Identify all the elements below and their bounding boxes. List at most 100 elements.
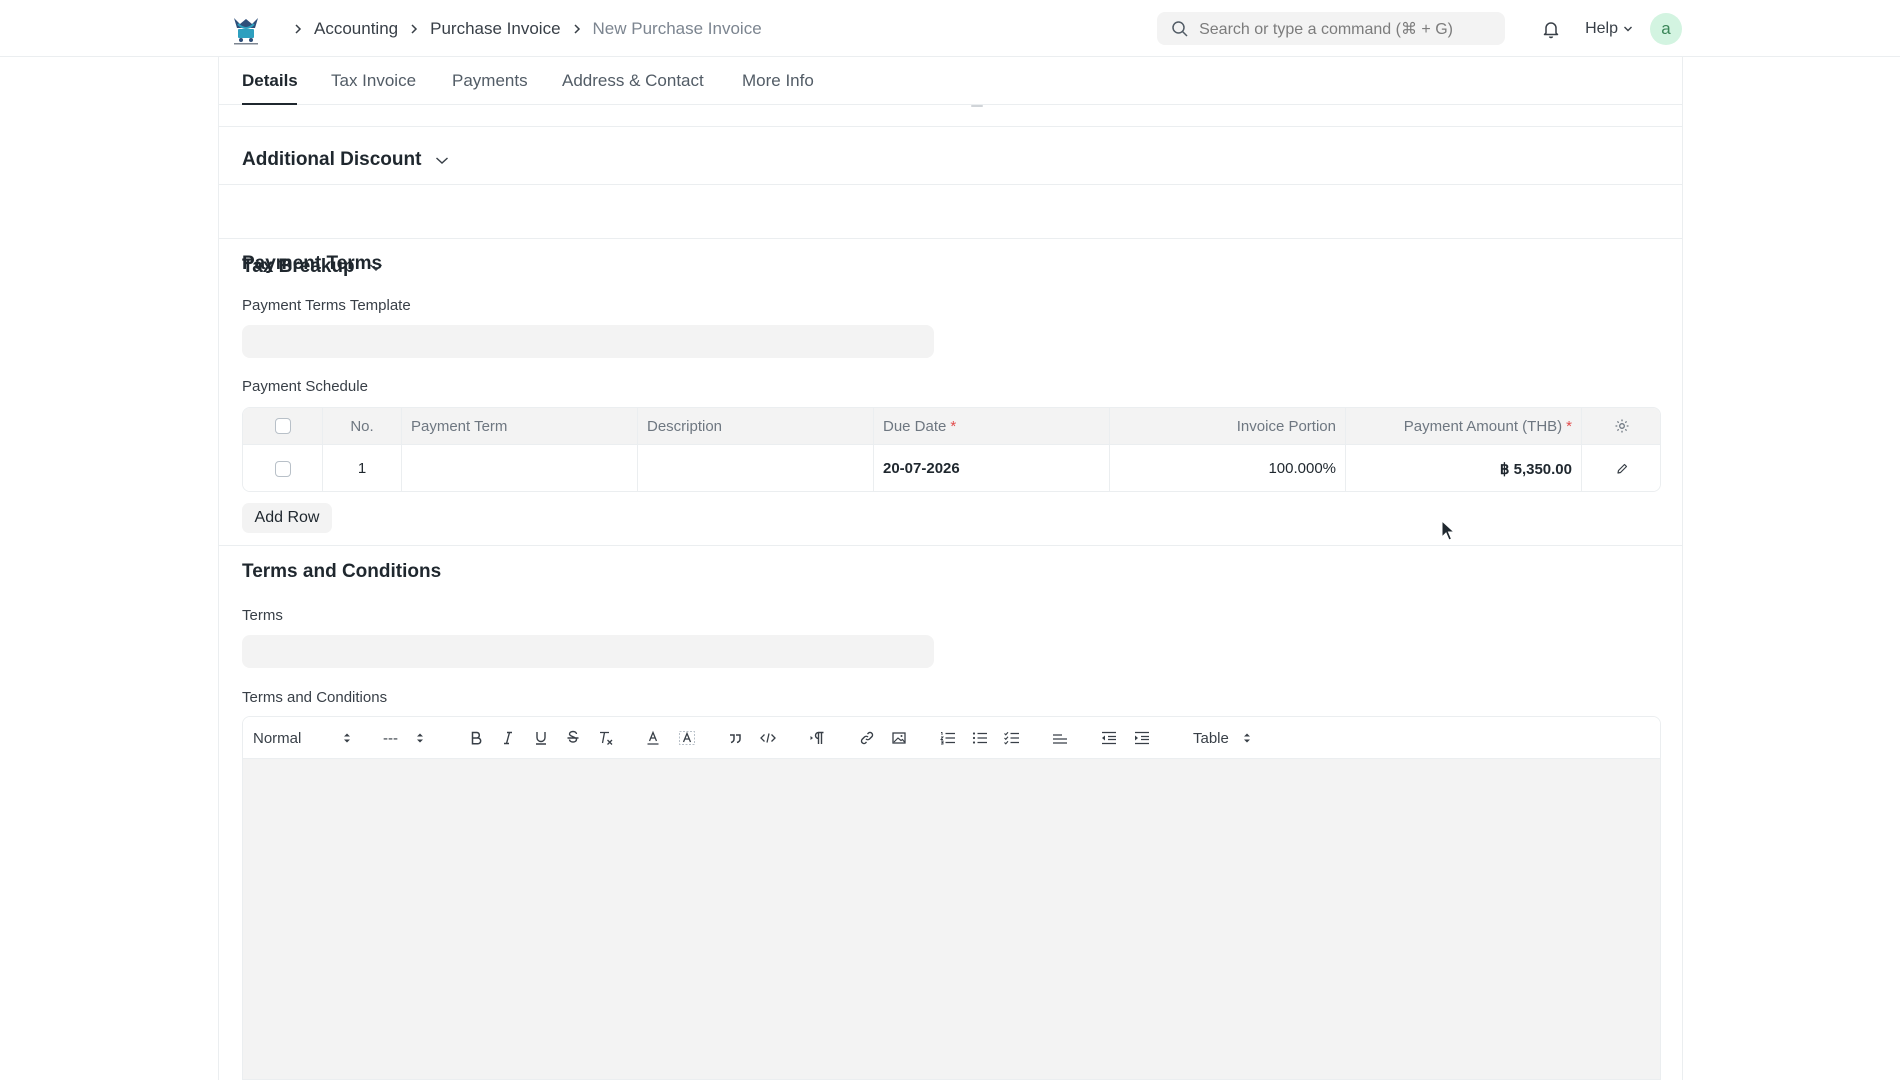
bell-icon[interactable] <box>1540 18 1562 40</box>
tab-payments[interactable]: Payments <box>452 71 528 91</box>
header-no: No. <box>323 408 402 444</box>
header-due-date: Due Date * <box>874 408 1110 444</box>
strikethrough-icon[interactable] <box>565 717 581 759</box>
cell-payment-amount[interactable]: ฿ 5,350.00 <box>1346 445 1582 491</box>
header-payment-amount: Payment Amount (THB) * <box>1346 408 1582 444</box>
section-title: Additional Discount <box>242 149 422 170</box>
payment-schedule-table: No. Payment Term Description Due Date * … <box>242 407 1661 492</box>
header-payment-term: Payment Term <box>402 408 638 444</box>
align-left-icon[interactable] <box>1051 717 1069 759</box>
section-payment-terms: Payment Terms <box>242 253 382 275</box>
section-title: Terms and Conditions <box>242 561 442 582</box>
tab-more-info[interactable]: More Info <box>742 71 814 91</box>
terms-input[interactable] <box>242 635 934 668</box>
editor-toolbar: Normal --- Table <box>243 717 1660 759</box>
font-size-value: --- <box>383 729 398 747</box>
search-input[interactable]: Search or type a command (⌘ + G) <box>1199 19 1453 39</box>
chevron-down-icon <box>435 156 449 165</box>
select-arrows-icon <box>416 732 424 744</box>
table-header: No. Payment Term Description Due Date * … <box>243 408 1660 445</box>
header-payment-amount-label: Payment Amount (THB) <box>1403 417 1563 435</box>
tab-address-contact[interactable]: Address & Contact <box>562 71 704 91</box>
mouse-cursor-icon <box>1441 520 1457 542</box>
section-title: Payment Terms <box>242 253 383 274</box>
row-edit-cell <box>1582 445 1660 491</box>
terms-editor-label: Terms and Conditions <box>242 689 388 706</box>
form-tabs: Details Tax Invoice Payments Address & C… <box>219 57 1682 105</box>
outdent-icon[interactable] <box>1100 717 1118 759</box>
search-bar[interactable]: Search or type a command (⌘ + G) <box>1157 12 1506 45</box>
breadcrumb: Accounting Purchase Invoice New Purchase… <box>282 19 762 39</box>
clear-formatting-icon[interactable] <box>597 717 615 759</box>
select-all-cell <box>243 408 323 444</box>
section-tax-breakup-wrapper: Tax Breakup <box>219 185 1682 277</box>
cell-description[interactable] <box>638 445 874 491</box>
blockquote-icon[interactable] <box>727 717 743 759</box>
link-icon[interactable] <box>859 717 875 759</box>
header-due-date-label: Due Date <box>883 417 947 435</box>
help-label: Help <box>1585 19 1618 37</box>
table-label: Table <box>1193 729 1229 747</box>
chevron-right-icon <box>288 19 308 39</box>
section-divider <box>219 545 1682 546</box>
search-icon <box>1171 20 1189 38</box>
rich-text-editor: Normal --- Table <box>242 716 1661 1080</box>
table-row[interactable]: 1 20-07-2026 100.000% ฿ 5,350.00 <box>243 445 1660 491</box>
checklist-icon[interactable] <box>1003 717 1021 759</box>
add-row-button[interactable]: Add Row <box>242 503 332 533</box>
payment-terms-template-input[interactable] <box>242 325 934 358</box>
settings-gear-icon[interactable] <box>1614 418 1630 434</box>
section-additional-discount[interactable]: Additional Discount <box>242 149 449 171</box>
select-arrows-icon <box>1243 732 1251 744</box>
form-card: Details Tax Invoice Payments Address & C… <box>218 57 1683 1080</box>
chevron-right-icon <box>567 19 587 39</box>
bold-icon[interactable] <box>468 717 484 759</box>
image-icon[interactable] <box>891 717 907 759</box>
chevron-right-icon <box>404 19 424 39</box>
column-settings-cell <box>1582 408 1660 444</box>
navbar: Accounting Purchase Invoice New Purchase… <box>0 0 1900 57</box>
breadcrumb-current-page: New Purchase Invoice <box>592 18 762 38</box>
breadcrumb-purchase-invoice[interactable]: Purchase Invoice <box>430 19 560 39</box>
breadcrumb-accounting[interactable]: Accounting <box>314 19 398 39</box>
text-direction-icon[interactable] <box>809 717 827 759</box>
edit-pencil-icon[interactable] <box>1615 462 1629 476</box>
cell-payment-term[interactable] <box>402 445 638 491</box>
section-additional-discount-wrapper: Additional Discount <box>219 105 1682 185</box>
terms-label: Terms <box>242 607 283 624</box>
paragraph-style-value: Normal <box>253 729 302 747</box>
select-all-checkbox[interactable] <box>274 418 291 434</box>
section-terms-and-conditions: Terms and Conditions <box>242 561 441 583</box>
avatar[interactable]: a <box>1650 12 1682 45</box>
italic-icon[interactable] <box>500 717 516 759</box>
navbar-inner: Accounting Purchase Invoice New Purchase… <box>218 0 1682 57</box>
required-mark: * <box>1566 417 1572 435</box>
cell-due-date[interactable]: 20-07-2026 <box>874 445 1110 491</box>
tab-tax-invoice[interactable]: Tax Invoice <box>331 71 416 91</box>
cell-invoice-portion[interactable]: 100.000% <box>1110 445 1346 491</box>
paragraph-style-select[interactable]: Normal <box>253 717 351 759</box>
font-size-select[interactable]: --- <box>383 717 424 759</box>
row-checkbox[interactable] <box>274 460 291 477</box>
section-divider <box>219 105 1682 127</box>
chevron-down-icon <box>1623 25 1633 33</box>
underline-icon[interactable] <box>533 717 549 759</box>
tab-details[interactable]: Details <box>242 71 298 91</box>
indent-icon[interactable] <box>1133 717 1151 759</box>
ordered-list-icon[interactable] <box>939 717 957 759</box>
cell-no: 1 <box>323 445 402 491</box>
app-logo-icon[interactable] <box>224 11 268 47</box>
row-select-cell <box>243 445 323 491</box>
editor-content-area[interactable] <box>243 759 1660 1079</box>
bullet-list-icon[interactable] <box>971 717 989 759</box>
header-description: Description <box>638 408 874 444</box>
payment-schedule-label: Payment Schedule <box>242 378 368 395</box>
help-menu[interactable]: Help <box>1585 20 1633 38</box>
required-mark: * <box>950 417 957 435</box>
background-color-icon[interactable] <box>678 717 696 759</box>
payment-terms-template-label: Payment Terms Template <box>242 297 411 314</box>
font-color-icon[interactable] <box>645 717 661 759</box>
table-select[interactable]: Table <box>1193 717 1251 759</box>
code-block-icon[interactable] <box>759 717 777 759</box>
select-arrows-icon <box>343 732 351 744</box>
